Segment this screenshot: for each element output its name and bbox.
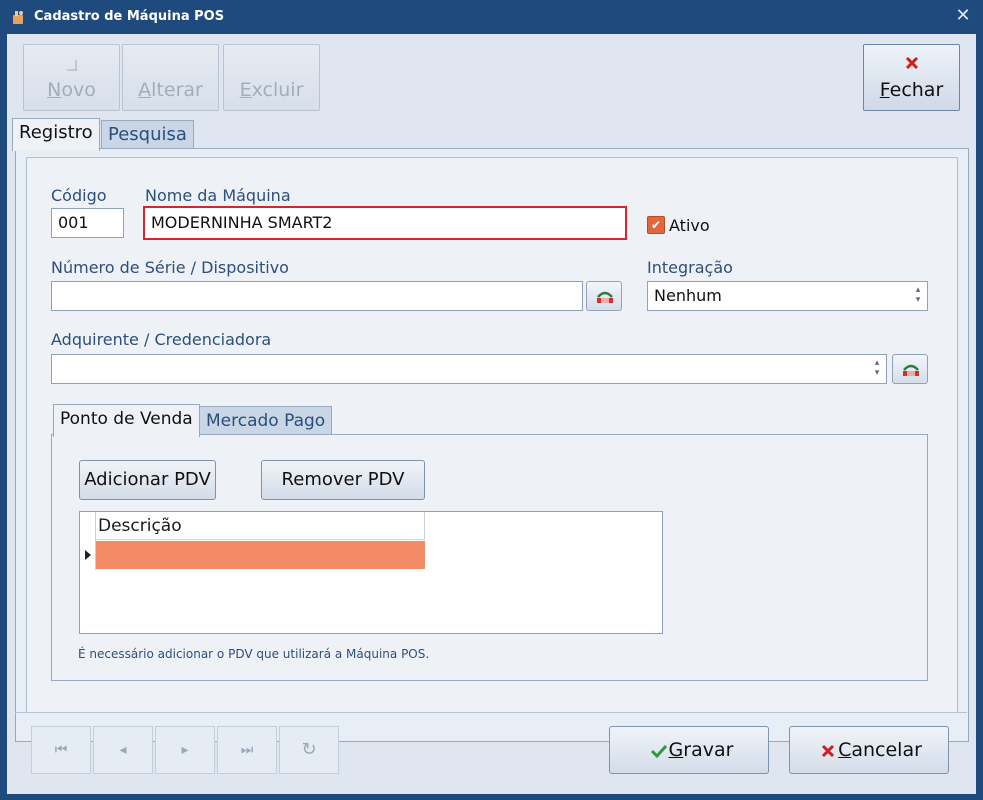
tab-registro[interactable]: Registro [12, 118, 100, 151]
codigo-field[interactable]: 001 [51, 208, 124, 238]
table-row[interactable] [96, 541, 425, 569]
serie-label: Número de Série / Dispositivo [51, 258, 289, 277]
registro-page: Código 001 Nome da Máquina MODERNINHA SM… [15, 148, 969, 742]
window-title: Cadastro de Máquina POS [34, 9, 225, 24]
codigo-label: Código [51, 186, 107, 205]
integracao-select[interactable]: Nenhum ▴ ▾ [647, 281, 928, 311]
pdv-panel: Adicionar PDV Remover PDV Descrição É ne… [51, 434, 928, 681]
descricao-column-header[interactable]: Descrição [96, 512, 425, 540]
pdv-grid[interactable]: Descrição [79, 511, 663, 634]
nome-field[interactable]: MODERNINHA SMART2 [143, 206, 627, 240]
device-lookup-icon [597, 291, 613, 303]
refresh-button[interactable]: ↻ [279, 726, 339, 774]
excluir-button[interactable]: Excluir [223, 44, 320, 111]
remover-pdv-button[interactable]: Remover PDV [261, 460, 425, 500]
spinner-icon: ▴ ▾ [874, 358, 880, 378]
row-pointer-icon [85, 550, 91, 560]
spinner-icon: ▴ ▾ [915, 285, 921, 305]
last-icon: ⏭ [240, 742, 254, 758]
application-window: Cadastro de Máquina POS ✕ Novo Alterar E… [0, 0, 983, 800]
serie-field[interactable] [51, 281, 583, 311]
first-record-button[interactable]: ⏮ [31, 726, 91, 774]
close-x-icon [905, 56, 919, 70]
row-indicator-column [80, 512, 96, 570]
device-lookup-icon [903, 364, 919, 376]
pdv-hint-text: É necessário adicionar o PDV que utiliza… [78, 647, 430, 661]
cancelar-button[interactable]: Cancelar [789, 726, 949, 774]
adicionar-pdv-button[interactable]: Adicionar PDV [79, 460, 216, 500]
title-bar[interactable]: Cadastro de Máquina POS ✕ [0, 0, 983, 34]
check-icon [650, 744, 668, 758]
cancel-x-icon [821, 744, 835, 758]
window-client: Novo Alterar Excluir Fechar Registro Pes… [7, 34, 976, 794]
adquirente-select[interactable]: ▴ ▾ [51, 354, 887, 384]
integracao-label: Integração [647, 258, 733, 277]
nome-label: Nome da Máquina [145, 186, 291, 205]
new-icon [67, 60, 77, 71]
novo-button[interactable]: Novo [23, 44, 120, 111]
window-close-icon[interactable]: ✕ [952, 5, 974, 27]
first-icon: ⏮ [54, 742, 68, 758]
gravar-button[interactable]: Gravar [609, 726, 769, 774]
footer-divider [15, 712, 967, 713]
next-icon: ▸ [181, 742, 189, 758]
prior-icon: ◂ [119, 742, 127, 758]
ativo-label: Ativo [669, 216, 710, 235]
ativo-checkbox[interactable]: ✔ [647, 216, 665, 234]
alterar-button[interactable]: Alterar [122, 44, 219, 111]
fechar-button[interactable]: Fechar [863, 44, 960, 111]
adquirente-label: Adquirente / Credenciadora [51, 330, 272, 349]
tab-ponto-de-venda[interactable]: Ponto de Venda [53, 404, 200, 437]
next-record-button[interactable]: ▸ [155, 726, 215, 774]
form-panel: Código 001 Nome da Máquina MODERNINHA SM… [26, 157, 958, 713]
tab-pesquisa[interactable]: Pesquisa [101, 120, 194, 151]
adquirente-lookup-button[interactable] [892, 354, 928, 384]
serie-lookup-button[interactable] [586, 281, 622, 311]
last-record-button[interactable]: ⏭ [217, 726, 277, 774]
app-icon [13, 11, 23, 24]
tab-mercado-pago[interactable]: Mercado Pago [199, 406, 333, 435]
prior-record-button[interactable]: ◂ [93, 726, 153, 774]
refresh-icon: ↻ [301, 739, 317, 760]
